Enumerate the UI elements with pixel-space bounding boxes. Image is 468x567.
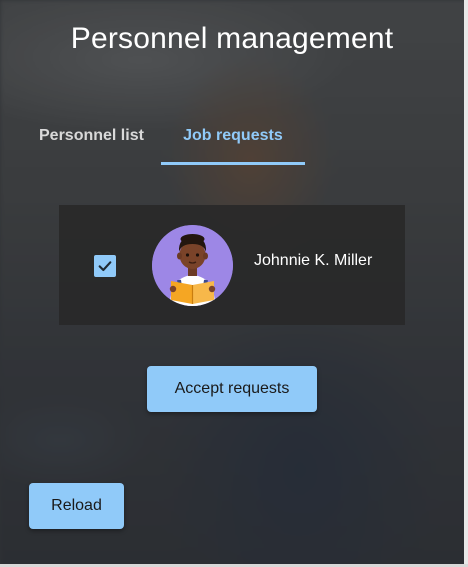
list-item: Johnnie K. Miller bbox=[59, 205, 405, 325]
page-title: Personnel management bbox=[70, 22, 394, 55]
reload-button[interactable]: Reload bbox=[29, 483, 124, 529]
personnel-screen: Personnel management Personnel list Job … bbox=[0, 0, 468, 567]
main-content: Personnel management Personnel list Job … bbox=[0, 0, 468, 567]
checkmark-icon bbox=[98, 261, 112, 272]
requester-name: Johnnie K. Miller bbox=[254, 252, 373, 269]
request-checkbox[interactable] bbox=[94, 255, 116, 277]
tab-personnel-list[interactable]: Personnel list bbox=[22, 110, 161, 164]
avatar bbox=[152, 225, 233, 306]
accept-requests-button[interactable]: Accept requests bbox=[147, 366, 317, 412]
window-edge bbox=[464, 0, 468, 567]
reading-person-icon bbox=[152, 225, 233, 306]
tab-bar: Personnel list Job requests bbox=[22, 110, 305, 165]
tab-job-requests[interactable]: Job requests bbox=[160, 110, 305, 165]
